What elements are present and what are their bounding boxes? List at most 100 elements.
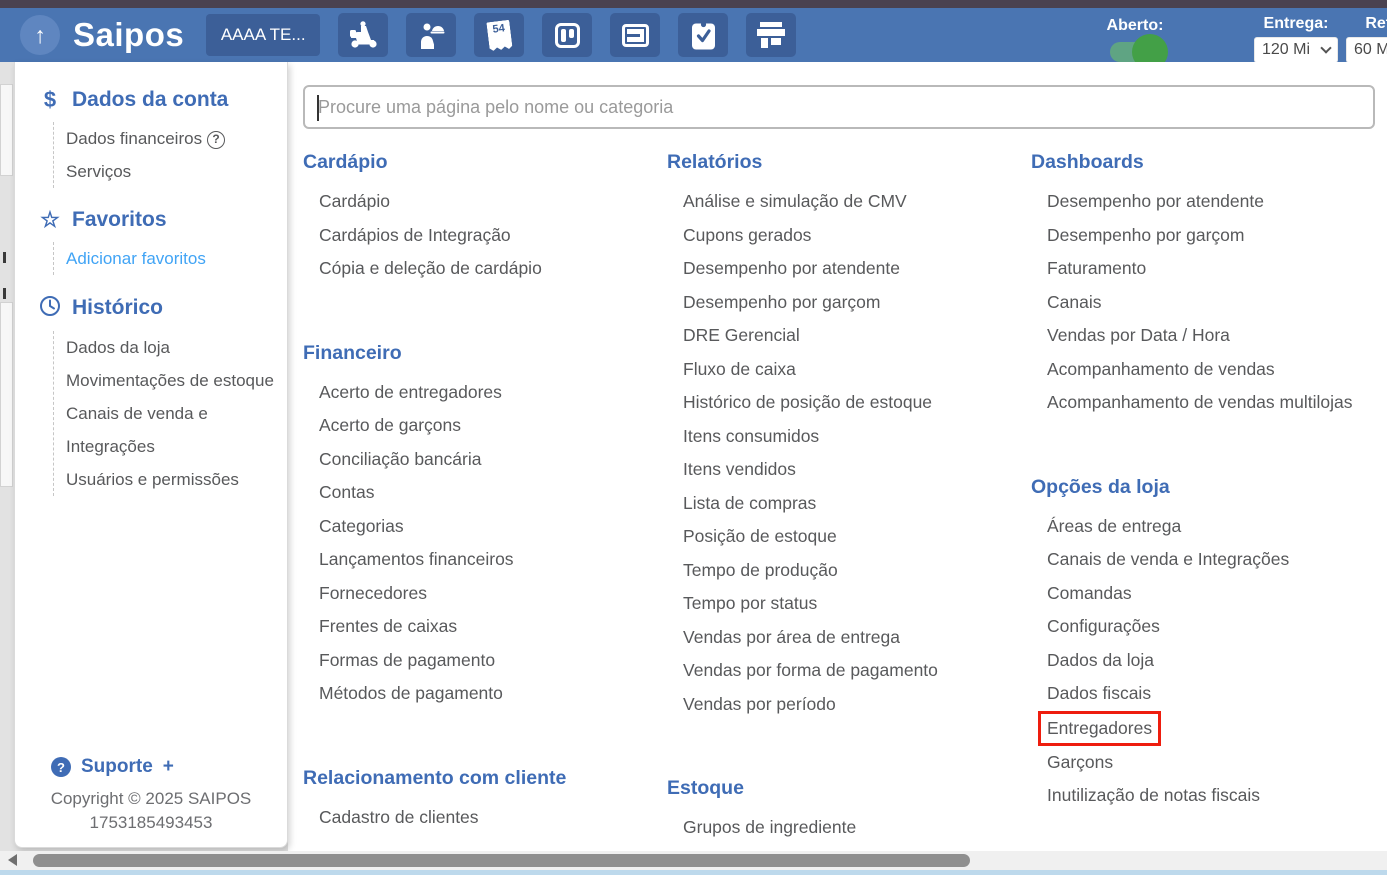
- sidebar-item[interactable]: Canais de venda e Integrações: [66, 397, 277, 463]
- menu-item[interactable]: Vendas por forma de pagamento: [667, 654, 1031, 688]
- menu-item[interactable]: DRE Gerencial: [667, 319, 1031, 353]
- support-plus: +: [163, 756, 174, 778]
- menu-item[interactable]: Formas de pagamento: [303, 644, 667, 678]
- menu-item[interactable]: Tempo por status: [667, 587, 1031, 621]
- menu-section-title: Cardápio: [303, 150, 667, 174]
- menu-section-title: Opções da loja: [1031, 475, 1375, 499]
- menu-columns: CardápioCardápioCardápios de IntegraçãoC…: [303, 150, 1387, 851]
- menu-item[interactable]: Garçons: [1031, 746, 1375, 780]
- sidebar-item[interactable]: Dados financeiros?: [66, 122, 277, 155]
- menu-item[interactable]: Lista de compras: [667, 487, 1031, 521]
- menu-item[interactable]: Acompanhamento de vendas: [1031, 353, 1375, 387]
- menu-item[interactable]: Acerto de entregadores: [303, 376, 667, 410]
- menu-item[interactable]: Inutilização de notas fiscais: [1031, 779, 1375, 813]
- menu-item[interactable]: Posição de estoque: [667, 520, 1031, 554]
- waiter-button[interactable]: [406, 13, 456, 57]
- menu-item[interactable]: Canais: [1031, 286, 1375, 320]
- menu-item[interactable]: Itens consumidos: [667, 420, 1031, 454]
- menu-item[interactable]: Configurações: [1031, 610, 1375, 644]
- menu-item[interactable]: Dados da loja: [1031, 644, 1375, 678]
- menu-column: RelatóriosAnálise e simulação de CMVCupo…: [667, 150, 1031, 851]
- menu-item[interactable]: Dados fiscais: [1031, 677, 1375, 711]
- menu-item[interactable]: Cópia e deleção de cardápio: [303, 252, 667, 286]
- sidebar-item-list: Dados financeiros?Serviços: [53, 122, 277, 188]
- menu-item[interactable]: Acompanhamento de vendas multilojas: [1031, 386, 1375, 420]
- logo-text: Saipos: [73, 16, 184, 54]
- menu-item-highlighted[interactable]: Entregadores: [1031, 711, 1375, 746]
- sidebar-item[interactable]: Serviços: [66, 155, 277, 188]
- menu-item[interactable]: Fornecedores: [303, 577, 667, 611]
- menu-item[interactable]: Canais de venda e Integrações: [1031, 543, 1375, 577]
- sidebar-item[interactable]: Dados da loja: [66, 331, 277, 364]
- menu-item[interactable]: Fluxo de caixa: [667, 353, 1031, 387]
- logo-up-arrow-icon[interactable]: ↑: [20, 15, 60, 55]
- scrollbar-thumb[interactable]: [33, 854, 970, 867]
- sidebar: $ Dados da conta Dados financeiros?Serviço…: [14, 62, 288, 848]
- clock-icon: [39, 295, 61, 321]
- chevron-down-icon: [1320, 42, 1331, 53]
- background-text-fragment: [3, 252, 6, 263]
- menu-section-title: Financeiro: [303, 341, 667, 365]
- menu-item[interactable]: Desempenho por garçom: [1031, 219, 1375, 253]
- support-label: Suporte: [81, 756, 153, 778]
- board-button[interactable]: [542, 13, 592, 57]
- delivery-orders-button[interactable]: [338, 13, 388, 57]
- menu-item[interactable]: Acerto de garçons: [303, 409, 667, 443]
- scroll-left-arrow-icon[interactable]: [8, 854, 17, 866]
- sidebar-item-list: Dados da lojaMovimentações de estoqueCan…: [53, 331, 277, 496]
- menu-item[interactable]: Vendas por Data / Hora: [1031, 319, 1375, 353]
- menu-item[interactable]: Desempenho por atendente: [667, 252, 1031, 286]
- sidebar-section: $ Dados da conta Dados financeiros?Serviço…: [39, 88, 277, 188]
- menu-item[interactable]: Contas: [303, 476, 667, 510]
- menu-item[interactable]: Itens vendidos: [667, 453, 1031, 487]
- tasks-button[interactable]: [678, 13, 728, 57]
- menu-item[interactable]: Histórico de posição de estoque: [667, 386, 1031, 420]
- dollar-icon: $: [39, 89, 61, 111]
- layout-button[interactable]: [610, 13, 660, 57]
- store-selector-button[interactable]: AAAA TE...: [206, 14, 320, 56]
- horizontal-scrollbar[interactable]: [0, 851, 1387, 870]
- sidebar-footer: ? Suporte + Copyright © 2025 SAIPOS 1753…: [15, 756, 287, 835]
- menu-item[interactable]: Áreas de entrega: [1031, 510, 1375, 544]
- waiter-icon: [417, 21, 445, 49]
- menu-item[interactable]: Cardápios de Integração: [303, 219, 667, 253]
- menu-item[interactable]: Conciliação bancária: [303, 443, 667, 477]
- menu-item[interactable]: Categorias: [303, 510, 667, 544]
- menu-item[interactable]: Métodos de pagamento: [303, 677, 667, 711]
- sidebar-section-title-text: Dados da conta: [72, 88, 228, 112]
- menu-item[interactable]: Vendas por área de entrega: [667, 621, 1031, 655]
- menu-item[interactable]: Grupos de ingrediente: [667, 811, 1031, 845]
- menu-section: Relacionamento com clienteCadastro de cl…: [303, 766, 667, 835]
- menu-item[interactable]: Frentes de caixas: [303, 610, 667, 644]
- delivery-time-select[interactable]: 120 Mi: [1254, 37, 1338, 63]
- menu-item[interactable]: Análise e simulação de CMV: [667, 185, 1031, 219]
- menu-item[interactable]: Cadastro de clientes: [303, 801, 667, 835]
- menu-section: EstoqueGrupos de ingrediente: [667, 776, 1031, 845]
- sidebar-item[interactable]: Movimentações de estoque: [66, 364, 277, 397]
- menu-item[interactable]: Lançamentos financeiros: [303, 543, 667, 577]
- store-home-button[interactable]: [746, 13, 796, 57]
- menu-section: RelatóriosAnálise e simulação de CMVCupo…: [667, 150, 1031, 721]
- menu-item[interactable]: Vendas por período: [667, 688, 1031, 722]
- menu-item[interactable]: Desempenho por garçom: [667, 286, 1031, 320]
- receipt-button[interactable]: 54: [474, 13, 524, 57]
- sidebar-item[interactable]: Adicionar favoritos: [66, 242, 277, 275]
- sidebar-section: HistóricoDados da lojaMovimentações de e…: [39, 295, 277, 496]
- pickup-time-select[interactable]: 60 M: [1346, 37, 1387, 63]
- receipt-badge: 54: [492, 22, 507, 50]
- menu-item[interactable]: Cupons gerados: [667, 219, 1031, 253]
- search-input[interactable]: [305, 87, 1373, 127]
- menu-item[interactable]: Tempo de produção: [667, 554, 1031, 588]
- sidebar-item[interactable]: Usuários e permissões: [66, 463, 277, 496]
- support-button[interactable]: ? Suporte +: [51, 756, 287, 778]
- menu-item[interactable]: Cardápio: [303, 185, 667, 219]
- menu-item[interactable]: Comandas: [1031, 577, 1375, 611]
- bottom-accent-line: [0, 870, 1387, 875]
- menu-item[interactable]: Desempenho por atendente: [1031, 185, 1375, 219]
- background-panel: [0, 302, 13, 487]
- help-icon[interactable]: ?: [207, 131, 225, 149]
- menu-item[interactable]: Faturamento: [1031, 252, 1375, 286]
- pickup-time-value: 60 M: [1354, 41, 1387, 59]
- open-toggle[interactable]: [1110, 42, 1160, 62]
- sidebar-sections: $ Dados da conta Dados financeiros?Serviço…: [15, 62, 287, 496]
